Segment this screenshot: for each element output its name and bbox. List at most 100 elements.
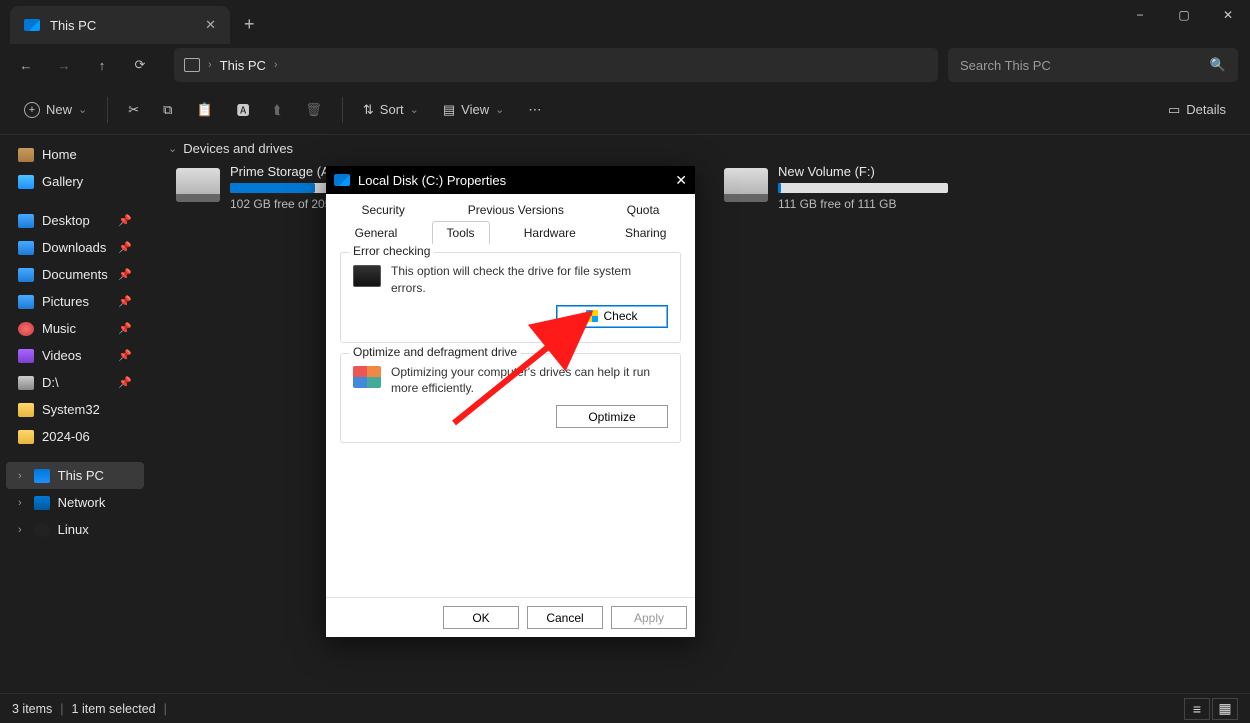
tab-sharing[interactable]: Sharing (610, 221, 681, 244)
group-title: Error checking (349, 244, 434, 258)
chevron-right-icon: › (208, 59, 212, 71)
sidebar-item-documents[interactable]: Documents📌 (6, 261, 144, 288)
sidebar-item-this-pc[interactable]: › This PC (6, 462, 144, 489)
sidebar-item-system32[interactable]: System32 (6, 396, 144, 423)
forward-button[interactable]: → (50, 51, 78, 79)
sidebar-label: 2024-06 (42, 429, 90, 444)
separator: | (60, 702, 63, 716)
check-label: Check (603, 309, 637, 323)
status-item-count: 3 items (12, 702, 52, 716)
sidebar-item-desktop[interactable]: Desktop📌 (6, 207, 144, 234)
cut-icon: ✂ (128, 102, 139, 118)
maximize-button[interactable]: ▢ (1162, 0, 1206, 30)
details-button[interactable]: ▭ Details (1158, 93, 1236, 127)
drive-icon (724, 168, 768, 202)
close-dialog-button[interactable]: ✕ (675, 172, 687, 189)
drive-item-f[interactable]: New Volume (F:) 111 GB free of 111 GB (724, 164, 974, 211)
sidebar-item-pictures[interactable]: Pictures📌 (6, 288, 144, 315)
back-button[interactable]: ← (12, 51, 40, 79)
folder-icon (18, 430, 34, 444)
refresh-button[interactable]: ⟳ (126, 51, 154, 79)
minimize-button[interactable]: − (1118, 0, 1162, 30)
check-button[interactable]: Check (556, 305, 668, 328)
chevron-right-icon[interactable]: › (18, 524, 22, 536)
documents-icon (18, 268, 34, 282)
chevron-down-icon: ⌄ (410, 103, 419, 116)
view-button[interactable]: ▤ View ⌄ (433, 93, 514, 127)
dialog-tabs: Security Previous Versions Quota General… (326, 194, 695, 244)
tab-quota[interactable]: Quota (612, 198, 675, 221)
sidebar-item-d-drive[interactable]: D:\📌 (6, 369, 144, 396)
sidebar-item-downloads[interactable]: Downloads📌 (6, 234, 144, 261)
thispc-icon (24, 19, 40, 31)
sidebar-item-music[interactable]: Music📌 (6, 315, 144, 342)
new-tab-button[interactable]: + (244, 14, 255, 35)
dialog-title-bar[interactable]: Local Disk (C:) Properties ✕ (326, 166, 695, 194)
grid-view-button[interactable]: ▦ (1212, 698, 1238, 720)
chevron-right-icon[interactable]: › (18, 497, 22, 509)
window-tab[interactable]: This PC ✕ (10, 6, 230, 44)
sidebar-label: System32 (42, 402, 100, 417)
properties-dialog: Local Disk (C:) Properties ✕ Security Pr… (326, 166, 695, 637)
tab-hardware[interactable]: Hardware (509, 221, 591, 244)
delete-button[interactable]: 🗑 (295, 93, 332, 127)
chevron-down-icon: ⌄ (168, 142, 177, 155)
share-icon: ⮬ (274, 102, 282, 118)
sidebar-label: D:\ (42, 375, 59, 390)
desktop-icon (18, 214, 34, 228)
address-bar[interactable]: › This PC › (174, 48, 938, 82)
group-header[interactable]: ⌄ Devices and drives (168, 141, 1238, 156)
close-window-button[interactable]: ✕ (1206, 0, 1250, 30)
view-icon: ▤ (443, 102, 455, 118)
list-view-button[interactable]: ≡ (1184, 698, 1210, 720)
videos-icon (18, 349, 34, 363)
sidebar-item-gallery[interactable]: Gallery (6, 168, 144, 195)
tab-general[interactable]: General (340, 221, 413, 244)
sidebar-item-linux[interactable]: › Linux (6, 516, 144, 543)
chevron-down-icon: ⌄ (78, 103, 87, 116)
tab-tools[interactable]: Tools (432, 221, 490, 244)
cut-button[interactable]: ✂ (118, 93, 149, 127)
optimize-button[interactable]: Optimize (556, 405, 668, 428)
sidebar-label: Pictures (42, 294, 89, 309)
optimize-group: Optimize and defragment drive Optimizing… (340, 353, 681, 444)
sidebar-label: Linux (58, 522, 89, 537)
sidebar-item-home[interactable]: Home (6, 141, 144, 168)
tab-title: This PC (50, 18, 195, 33)
close-tab-icon[interactable]: ✕ (205, 17, 216, 33)
sidebar-item-videos[interactable]: Videos📌 (6, 342, 144, 369)
sidebar-item-2024-06[interactable]: 2024-06 (6, 423, 144, 450)
sidebar-label: Desktop (42, 213, 90, 228)
sort-button[interactable]: ⇅ Sort ⌄ (353, 93, 429, 127)
details-label: Details (1186, 102, 1226, 117)
ok-button[interactable]: OK (443, 606, 519, 629)
sidebar-item-network[interactable]: ›Network (6, 489, 144, 516)
sidebar-label: This PC (58, 468, 104, 483)
up-button[interactable]: ↑ (88, 51, 116, 79)
paste-button[interactable]: 📋 (186, 93, 222, 127)
folder-icon (18, 403, 34, 417)
sidebar-label: Videos (42, 348, 82, 363)
apply-button[interactable]: Apply (611, 606, 687, 629)
more-button[interactable]: ⋯ (518, 93, 551, 127)
error-checking-group: Error checking This option will check th… (340, 252, 681, 343)
sidebar-label: Home (42, 147, 77, 162)
search-input[interactable]: Search This PC 🔍 (948, 48, 1238, 82)
cancel-button[interactable]: Cancel (527, 606, 603, 629)
title-bar: This PC ✕ + − ▢ ✕ (0, 0, 1250, 45)
dialog-footer: OK Cancel Apply (326, 597, 695, 637)
sort-icon: ⇅ (363, 102, 374, 118)
chevron-right-icon[interactable]: › (18, 470, 22, 482)
music-icon (18, 322, 34, 336)
share-button[interactable]: ⮬ (264, 93, 292, 127)
tab-security[interactable]: Security (346, 198, 419, 221)
new-button[interactable]: + New ⌄ (14, 93, 97, 127)
rename-button[interactable]: 🅰 (227, 93, 260, 127)
downloads-icon (18, 241, 34, 255)
copy-button[interactable]: ⧉ (153, 93, 182, 127)
nav-row: ← → ↑ ⟳ › This PC › Search This PC 🔍 (0, 45, 1250, 85)
sort-label: Sort (380, 102, 404, 117)
tab-previous-versions[interactable]: Previous Versions (453, 198, 579, 221)
paste-icon: 📋 (196, 102, 212, 118)
chevron-down-icon: ⌄ (495, 103, 504, 116)
